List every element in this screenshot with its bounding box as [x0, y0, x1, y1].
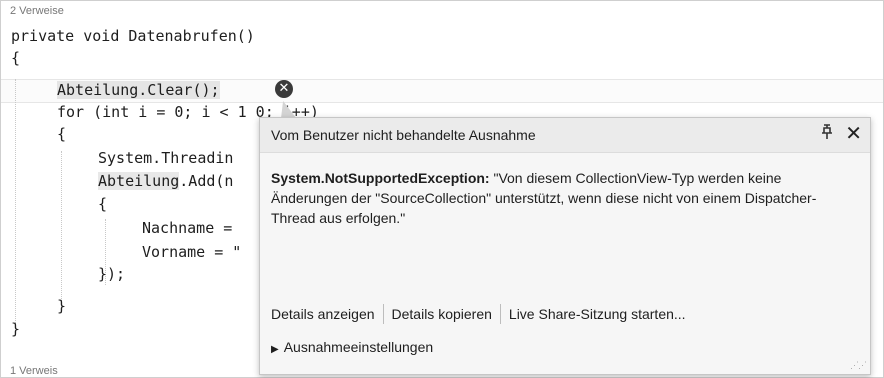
pin-icon[interactable]	[820, 124, 834, 145]
code-line[interactable]: });	[98, 264, 125, 284]
exception-settings-toggle[interactable]: ▶ Ausnahmeeinstellungen	[271, 339, 433, 355]
code-line[interactable]: Nachname =	[142, 218, 241, 238]
popup-title: Vom Benutzer nicht behandelte Ausnahme	[271, 127, 536, 143]
triangle-right-icon: ▶	[271, 344, 279, 355]
exception-message: System.NotSupportedException: "Von diese…	[271, 168, 831, 228]
code-line[interactable]: }	[57, 296, 66, 316]
exception-type: System.NotSupportedException:	[271, 170, 490, 186]
code-line[interactable]: }	[11, 319, 20, 339]
divider	[382, 304, 384, 324]
resize-grip-icon[interactable]: ⋰⋰	[850, 360, 867, 371]
details-link[interactable]: Details anzeigen	[271, 306, 375, 322]
code-line[interactable]: {	[57, 124, 66, 144]
exception-helper-popup: Vom Benutzer nicht behandelte Ausnahme ✕…	[259, 117, 871, 375]
divider	[499, 304, 501, 324]
indent-guide	[61, 151, 62, 311]
code-line[interactable]: private void Datenabrufen()	[11, 26, 255, 46]
code-editor[interactable]: 2 Verweise private void Datenabrufen() {…	[0, 0, 884, 378]
codelens-references[interactable]: 2 Verweise	[10, 5, 64, 17]
action-links: Details anzeigen Details kopieren Live S…	[271, 304, 686, 324]
code-line[interactable]: System.Threadin	[98, 148, 233, 168]
popup-header: Vom Benutzer nicht behandelte Ausnahme ✕	[260, 118, 870, 153]
code-line[interactable]: {	[11, 48, 20, 68]
code-line[interactable]: {	[98, 194, 107, 214]
exception-settings-label: Ausnahmeeinstellungen	[283, 339, 434, 355]
close-icon[interactable]: ✕	[845, 121, 862, 145]
code-line-current[interactable]: Abteilung.Clear();	[57, 80, 220, 100]
codelens-references[interactable]: 1 Verweis	[10, 365, 58, 377]
indent-guide	[15, 79, 16, 329]
error-icon[interactable]: ✕	[275, 80, 293, 98]
live-share-link[interactable]: Live Share-Sitzung starten...	[509, 306, 686, 322]
selected-statement[interactable]: Abteilung.Clear();	[57, 81, 220, 99]
code-line[interactable]: Vorname = "	[142, 242, 241, 262]
copy-details-link[interactable]: Details kopieren	[392, 306, 492, 322]
code-line[interactable]: Abteilung.Add(n	[98, 171, 233, 191]
